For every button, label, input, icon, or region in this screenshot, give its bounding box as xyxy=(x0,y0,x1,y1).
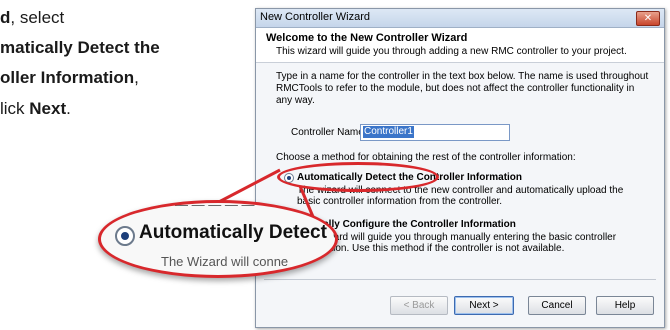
zoom-option-text: Automatically Detect the C xyxy=(139,222,338,243)
magnifier-callout: — — — — — Automatically Detect the C The… xyxy=(98,200,338,278)
manual-config-description: The Wizard will guide you through manual… xyxy=(297,232,617,254)
zoom-radio-icon xyxy=(115,226,135,246)
highlight-ellipse xyxy=(277,162,439,192)
instruction-line-3: oller Information, xyxy=(0,68,139,87)
header-subtitle: This wizard will guide you through addin… xyxy=(276,46,627,57)
back-button[interactable]: < Back xyxy=(390,296,448,315)
zoom-above-text: — — — — — xyxy=(175,200,255,212)
instruction-line-2: matically Detect the xyxy=(0,38,160,57)
button-separator xyxy=(264,279,656,280)
next-button[interactable]: Next > xyxy=(454,296,514,315)
close-button[interactable]: ✕ xyxy=(636,11,660,26)
controller-name-label: Controller Name: xyxy=(291,127,367,138)
help-button[interactable]: Help xyxy=(596,296,654,315)
cancel-button[interactable]: Cancel xyxy=(528,296,586,315)
wizard-header: Welcome to the New Controller Wizard Thi… xyxy=(256,28,664,63)
instruction-line-4: lick Next. xyxy=(0,99,71,118)
method-question: Choose a method for obtaining the rest o… xyxy=(276,152,576,163)
controller-name-input[interactable]: Controller1 xyxy=(360,124,510,141)
title-bar[interactable]: New Controller Wizard ✕ xyxy=(256,9,664,28)
instruction-line-1: d, select xyxy=(0,8,65,27)
window-title: New Controller Wizard xyxy=(260,11,371,23)
name-description: Type in a name for the controller in the… xyxy=(276,71,649,106)
header-title: Welcome to the New Controller Wizard xyxy=(266,32,468,44)
zoom-below-text: The Wizard will conne xyxy=(161,254,289,269)
controller-name-value: Controller1 xyxy=(363,126,414,138)
